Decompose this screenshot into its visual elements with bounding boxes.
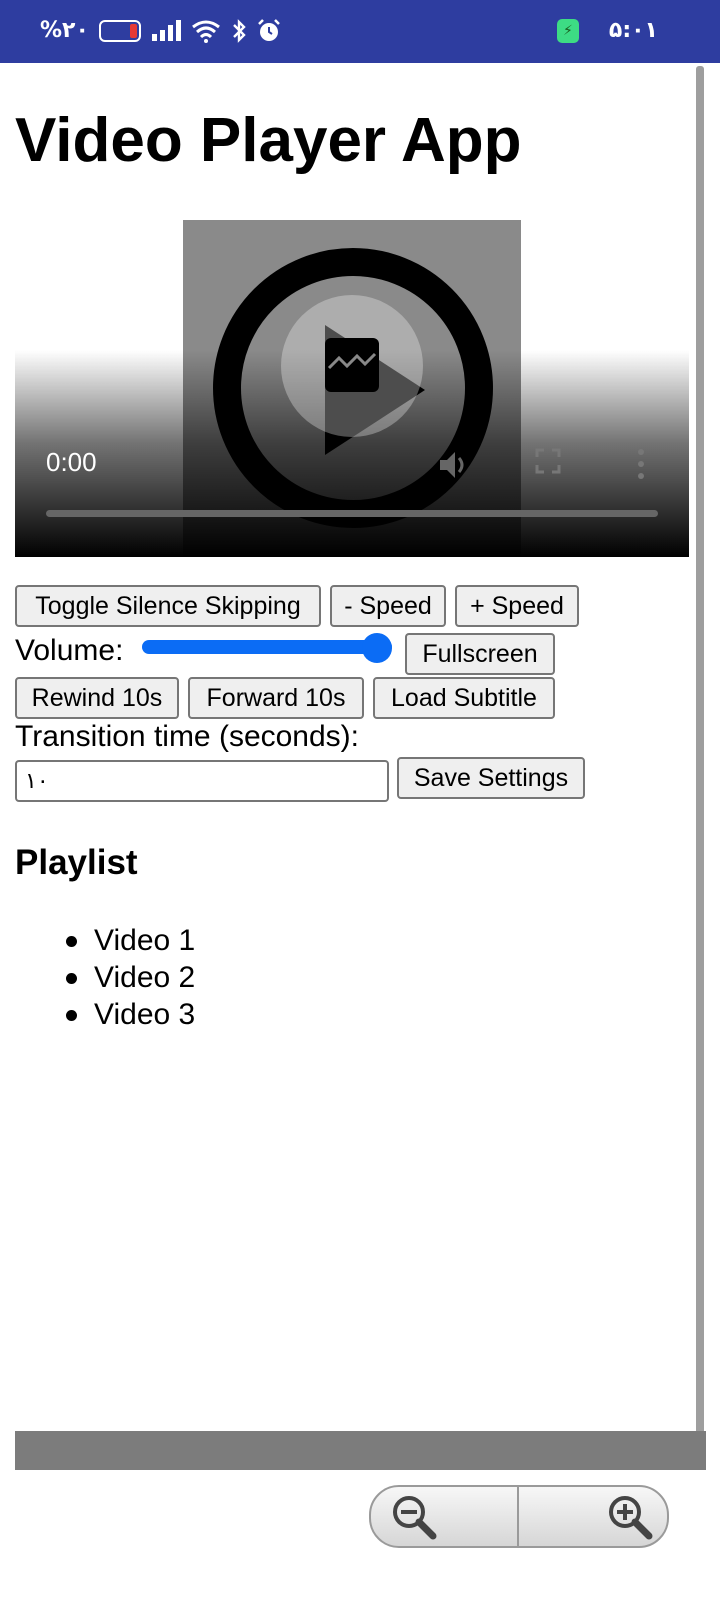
zoom-out-icon	[393, 1495, 437, 1539]
playlist: Video 1 Video 2 Video 3	[65, 922, 195, 1033]
volume-slider-thumb[interactable]	[362, 633, 392, 663]
battery-percent: %۲۰	[40, 18, 89, 43]
status-bar: %۲۰ ⚡ ۵:۰۱	[0, 0, 720, 63]
page-scrollbar[interactable]	[696, 66, 704, 1448]
zoom-in-button[interactable]	[519, 1487, 667, 1546]
video-player[interactable]: 0:00	[15, 220, 689, 557]
transition-time-input[interactable]: ۱۰	[15, 760, 389, 802]
more-options-icon[interactable]	[635, 448, 647, 480]
toggle-silence-button[interactable]: Toggle Silence Skipping	[15, 585, 321, 627]
volume-label: Volume:	[15, 634, 124, 667]
forward-button[interactable]: Forward 10s	[188, 677, 364, 719]
zoom-out-button[interactable]	[371, 1487, 519, 1546]
zoom-in-icon	[609, 1495, 653, 1539]
status-left-group: %۲۰	[40, 18, 281, 43]
video-current-time: 0:00	[46, 447, 97, 477]
video-progress-bar[interactable]	[46, 510, 658, 517]
rewind-button[interactable]: Rewind 10s	[15, 677, 179, 719]
bottom-horizontal-scrollbar[interactable]	[15, 1431, 706, 1470]
battery-icon	[98, 19, 141, 42]
charging-icon: ⚡	[556, 18, 579, 43]
save-settings-button[interactable]: Save Settings	[397, 757, 585, 799]
page-title: Video Player App	[15, 106, 522, 175]
bluetooth-icon	[233, 18, 246, 43]
fullscreen-button[interactable]: Fullscreen	[405, 633, 555, 675]
alarm-icon	[258, 18, 280, 41]
volume-slider[interactable]	[142, 633, 392, 663]
speed-up-button[interactable]: + Speed	[455, 585, 579, 627]
volume-slider-track	[142, 640, 392, 654]
playlist-item[interactable]: Video 3	[65, 996, 195, 1033]
wifi-icon	[191, 20, 220, 43]
playlist-item[interactable]: Video 1	[65, 922, 195, 959]
signal-icon	[151, 19, 181, 41]
zoom-controls	[369, 1485, 669, 1548]
load-subtitle-button[interactable]: Load Subtitle	[373, 677, 555, 719]
status-time: ۵:۰۱	[608, 18, 658, 43]
playlist-heading: Playlist	[15, 843, 138, 882]
playlist-item[interactable]: Video 2	[65, 959, 195, 996]
transition-time-label: Transition time (seconds):	[15, 720, 360, 753]
speed-down-button[interactable]: - Speed	[330, 585, 446, 627]
status-right-group: ⚡ ۵:۰۱	[556, 18, 658, 43]
volume-icon[interactable]	[437, 448, 471, 482]
fullscreen-icon[interactable]	[535, 448, 561, 474]
broken-image-icon	[325, 338, 379, 392]
